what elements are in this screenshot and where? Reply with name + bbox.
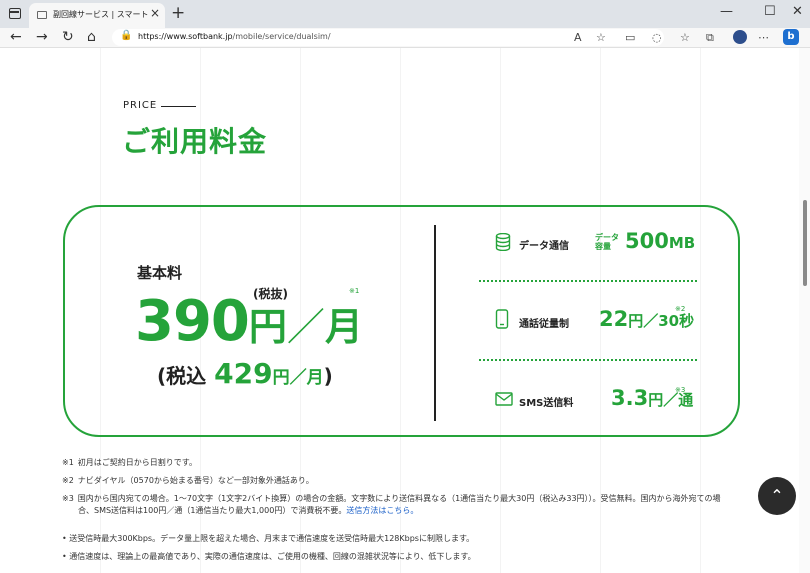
database-icon: [495, 232, 511, 255]
base-price-unit: 月: [324, 305, 363, 349]
address-bar-row: ← → ↻ ⌂ 🔒 https://www.softbank.jp/mobile…: [0, 28, 810, 48]
tab-close-icon[interactable]: ×: [150, 6, 160, 20]
home-icon[interactable]: ⌂: [87, 29, 96, 45]
footnote-text: 国内から国内宛ての場合。1〜70文字（1文字2バイト換算）の場合の金額。文字数に…: [77, 494, 721, 503]
back-to-top-button[interactable]: ⌃: [758, 477, 796, 515]
footnote-2: ※2 ナビダイヤル（0570から始まる番号）など一部対象外通話あり。: [62, 475, 314, 486]
collections-icon[interactable]: ⧉: [706, 31, 714, 45]
lock-icon: 🔒: [120, 30, 133, 41]
footnote-1: ※1 初月はご契約日から日割りです。: [62, 457, 197, 468]
footnote-3-cont: 合、SMS送信料は100円／通（1通信当たり最大1,000円）で消費税不要。送信…: [78, 505, 418, 516]
feature-value: 22円／30秒: [599, 307, 694, 331]
tab-actions-icon[interactable]: [9, 8, 21, 19]
profile-avatar[interactable]: [733, 30, 747, 44]
base-price: 390円／月: [135, 289, 363, 354]
browser-tab[interactable]: 副回線サービス | スマートフォン・携帯電話 ×: [29, 3, 165, 28]
tax-included-number: 429: [214, 357, 273, 390]
scrollbar-thumb[interactable]: [803, 200, 807, 286]
forward-icon[interactable]: →: [36, 29, 48, 45]
tax-included-price: (税込 429円／月): [157, 357, 333, 390]
tax-included-prefix: (税込: [157, 364, 207, 388]
dotted-divider: [479, 359, 697, 361]
phone-icon: [495, 309, 509, 333]
feature-label: SMS送信料: [519, 398, 574, 409]
feature-label: 通話従量制: [519, 319, 569, 330]
footnote-text: 合、SMS送信料は100円／通（1通信当たり最大1,000円）で消費税不要。: [78, 506, 347, 515]
refresh-circle-icon[interactable]: ◌: [652, 31, 662, 44]
base-fee-label: 基本料: [137, 264, 183, 282]
section-eyebrow: PRICE: [123, 100, 197, 111]
feature-value-unit: 円／通: [648, 391, 694, 409]
feature-value: 3.3円／通: [611, 386, 693, 410]
bullet-item: • 通信速度は、理論上の最高値であり、実際の通信速度は、ご使用の機種、回線の混雑…: [62, 552, 476, 561]
bullet-item: • 送受信時最大300Kbps。データ量上限を超えた場合、月末まで通信速度を送受…: [62, 534, 475, 543]
footnote-text: ナビダイヤル（0570から始まる番号）など一部対象外通話あり。: [77, 476, 314, 485]
back-icon[interactable]: ←: [10, 29, 22, 45]
new-tab-button[interactable]: +: [171, 3, 185, 23]
favorites-icon[interactable]: ☆: [680, 31, 690, 44]
close-window-icon[interactable]: ✕: [792, 4, 803, 19]
base-price-slash: ／: [286, 305, 325, 349]
extension-icon[interactable]: ▭: [625, 31, 635, 44]
tax-included-unit: 円／月: [272, 368, 324, 388]
sms-method-link[interactable]: 送信方法はこちら。: [346, 506, 418, 515]
bullet-text: 通信速度は、理論上の最高値であり、実際の通信速度は、ご使用の機種、回線の混雑状況…: [69, 552, 476, 561]
page-content: PRICE ご利用料金 基本料 (税抜) ※1 390円／月 (税込 429円／月…: [0, 48, 799, 573]
footnote-3: ※3 国内から国内宛ての場合。1〜70文字（1文字2バイト換算）の場合の金額。文字…: [62, 493, 721, 504]
scrollbar[interactable]: [799, 48, 810, 573]
bing-icon[interactable]: b: [783, 29, 799, 45]
base-price-yen: 円: [248, 305, 287, 349]
menu-icon[interactable]: ⋯: [758, 31, 769, 44]
tab-title: 副回線サービス | スマートフォン・携帯電話: [53, 10, 149, 19]
minimize-icon[interactable]: —: [720, 4, 733, 19]
feature-sub-label: データ容量: [595, 233, 619, 251]
feature-value-unit: 円／30秒: [628, 312, 695, 330]
tax-included-close: ): [323, 364, 333, 388]
feature-value-number: 22: [599, 307, 629, 331]
base-price-number: 390: [135, 289, 250, 354]
url-host: https://www.softbank.jp: [138, 32, 233, 41]
favicon-icon: [37, 11, 47, 19]
footnote-mark: ※3: [62, 494, 74, 503]
refresh-icon[interactable]: ↻: [62, 29, 74, 45]
feature-value: 500MB: [625, 229, 695, 253]
feature-value-number: 500: [625, 229, 669, 253]
section-title: ご利用料金: [122, 125, 268, 158]
chevron-up-icon: ⌃: [770, 486, 784, 505]
card-divider: [434, 225, 436, 421]
footnote-mark: ※1: [62, 458, 74, 467]
favorite-star-icon[interactable]: ☆: [596, 31, 606, 44]
footnote-text: 初月はご契約日から日割りです。: [77, 458, 197, 467]
url-path: /mobile/service/dualsim/: [232, 32, 331, 41]
bullet-text: 送受信時最大300Kbps。データ量上限を超えた場合、月末まで通信速度を送受信時…: [69, 534, 475, 543]
price-card: 基本料 (税抜) ※1 390円／月 (税込 429円／月) データ通信 データ容…: [63, 205, 740, 437]
read-aloud-icon[interactable]: A: [574, 31, 582, 44]
footnote-mark: ※2: [62, 476, 74, 485]
maximize-icon[interactable]: ☐: [764, 4, 776, 19]
dotted-divider: [479, 280, 697, 282]
feature-value-number: 3.3: [611, 386, 649, 410]
mail-icon: [495, 391, 513, 410]
feature-label: データ通信: [519, 241, 569, 252]
tab-bar: 副回線サービス | スマートフォン・携帯電話 × + — ☐ ✕: [0, 0, 810, 28]
feature-value-unit: MB: [668, 234, 696, 252]
